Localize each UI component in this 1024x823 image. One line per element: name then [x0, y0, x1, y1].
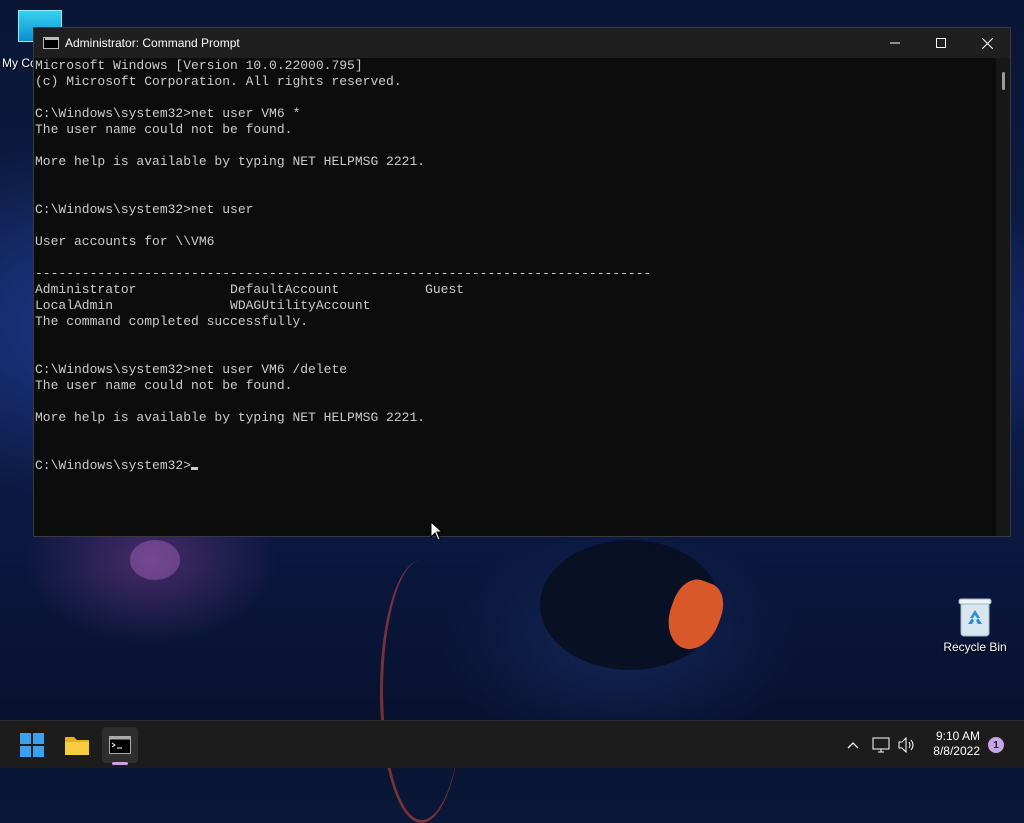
system-tray — [846, 721, 916, 769]
volume-icon[interactable] — [898, 737, 916, 753]
console-line: C:\Windows\system32>net user VM6 * — [35, 106, 301, 121]
minimize-icon — [890, 42, 900, 44]
console-line: User accounts for \\VM6 — [35, 234, 215, 249]
active-indicator — [112, 762, 128, 765]
vertical-scrollbar[interactable] — [996, 58, 1010, 536]
console-output[interactable]: Microsoft Windows [Version 10.0.22000.79… — [34, 58, 996, 536]
console-line: The user name could not be found. — [35, 378, 293, 393]
start-icon — [20, 733, 44, 757]
maximize-button[interactable] — [918, 28, 964, 58]
file-explorer-icon — [65, 737, 89, 755]
console-line: Microsoft Windows [Version 10.0.22000.79… — [35, 58, 363, 73]
start-button[interactable] — [14, 727, 50, 763]
console-line: The user name could not be found. — [35, 122, 293, 137]
console-line: The command completed successfully. — [35, 314, 309, 329]
command-prompt-icon — [109, 736, 131, 754]
console-line: C:\Windows\system32> — [34, 458, 996, 474]
console-line: C:\Windows\system32>net user VM6 /delete — [35, 362, 348, 377]
notification-badge[interactable]: 1 — [988, 737, 1004, 753]
wallpaper-glow — [380, 560, 463, 823]
close-icon — [981, 37, 993, 49]
command-prompt-taskbar-button[interactable] — [102, 727, 138, 765]
minimize-button[interactable] — [872, 28, 918, 58]
console-line: (c) Microsoft Corporation. All rights re… — [35, 74, 402, 89]
window-title: Administrator: Command Prompt — [65, 36, 240, 50]
console-line: Administrator DefaultAccount Guest — [35, 282, 465, 297]
network-icon[interactable] — [872, 737, 890, 753]
command-prompt-window[interactable]: Administrator: Command Prompt Microsoft … — [33, 27, 1011, 537]
chevron-up-icon[interactable] — [846, 738, 860, 752]
file-explorer-button[interactable] — [59, 727, 95, 763]
desktop-icon-recycle-bin[interactable]: Recycle Bin — [940, 596, 1010, 654]
maximize-icon — [936, 38, 946, 48]
clock-date: 8/8/2022 — [933, 744, 980, 758]
text-cursor — [191, 467, 199, 470]
wallpaper-orb — [130, 540, 180, 580]
command-prompt-icon — [43, 37, 59, 49]
clock-time: 9:10 AM — [935, 729, 980, 743]
console-line: ----------------------------------------… — [35, 266, 652, 281]
console-line: LocalAdmin WDAGUtilityAccount — [35, 298, 371, 313]
desktop-icon-label: Recycle Bin — [943, 640, 1007, 654]
mouse-cursor-icon — [430, 521, 444, 541]
close-button[interactable] — [964, 28, 1010, 58]
scrollbar-thumb[interactable] — [1002, 72, 1005, 90]
recycle-bin-icon — [957, 596, 993, 638]
console-line: More help is available by typing NET HEL… — [35, 410, 426, 425]
console-line: C:\Windows\system32>net user — [35, 202, 254, 217]
taskbar: 9:10 AM 8/8/2022 1 — [0, 720, 1024, 768]
console-line: More help is available by typing NET HEL… — [35, 154, 426, 169]
taskbar-clock[interactable]: 9:10 AM 8/8/2022 — [933, 729, 980, 759]
window-titlebar[interactable]: Administrator: Command Prompt — [34, 28, 1010, 58]
